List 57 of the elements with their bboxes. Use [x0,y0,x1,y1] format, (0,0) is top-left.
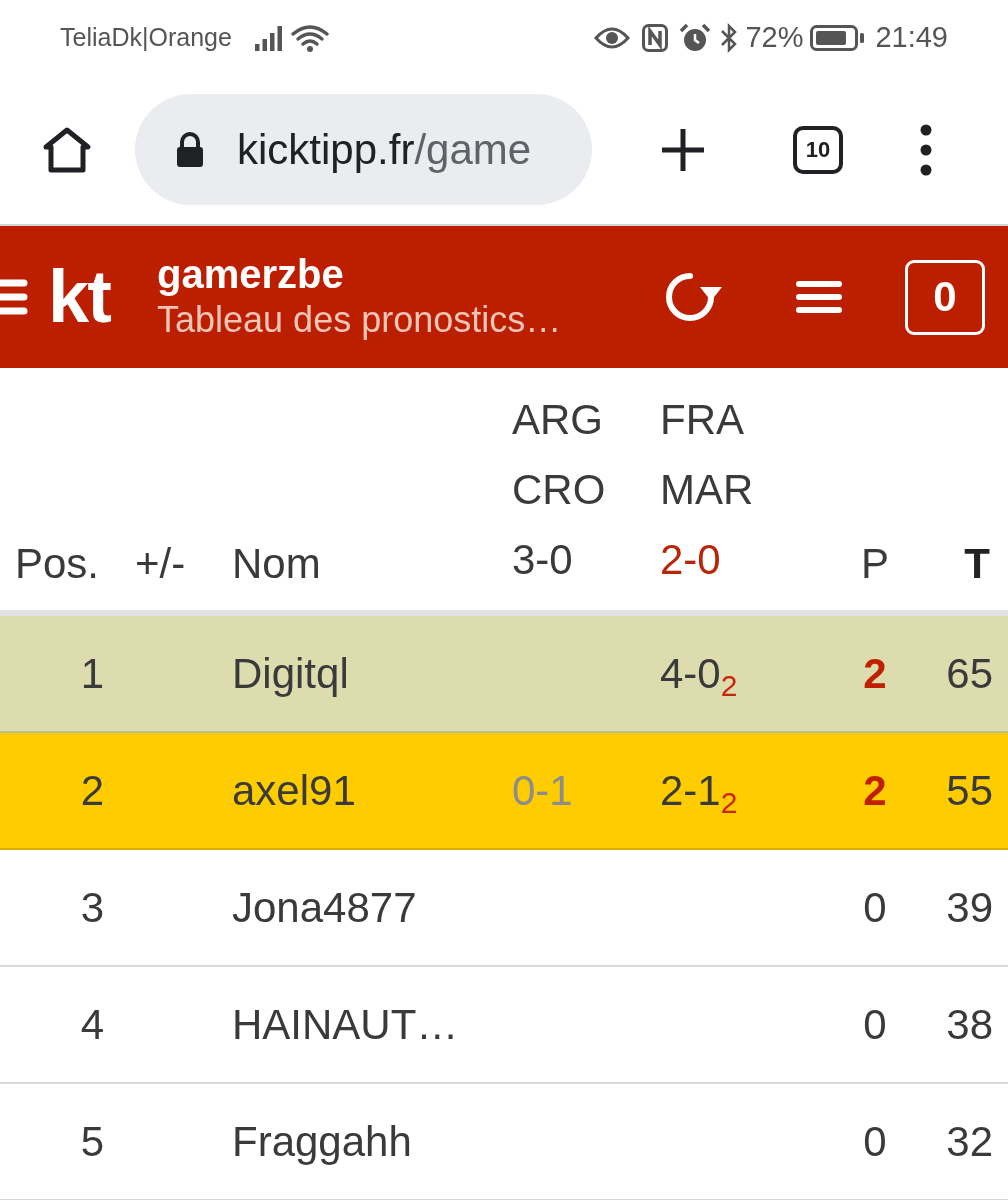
table-cell: 55 [946,767,993,814]
table-cell: 4 [80,1001,104,1048]
table-cell: 38 [946,1001,993,1048]
logo-text[interactable]: kt [48,260,132,334]
overflow-menu-icon[interactable] [920,123,932,176]
team-code: CRO [512,465,606,515]
team-code: FRA [660,395,744,445]
plus-icon[interactable] [660,126,706,173]
table-cell: 39 [946,884,993,931]
table-cell: 1 [80,650,104,697]
menu-icon[interactable] [795,280,843,314]
counter-button[interactable]: 0 [905,259,985,335]
menu-icon[interactable] [0,279,28,315]
column-header: T [964,540,990,587]
wifi-icon [290,23,329,52]
address-bar[interactable]: kicktipp.fr/game [135,94,592,205]
column-header: Pos. [15,540,100,587]
eye-icon [594,25,631,50]
table-cell: 2 [863,650,887,697]
carrier-name: TeliaDk|Orange [60,25,232,50]
column-header: +/- [135,540,186,587]
table-cell: 0 [863,884,887,931]
column-header: P [861,540,889,587]
nfc-icon [642,23,669,52]
tab-switcher-button[interactable]: 10 [793,125,843,174]
table-cell: 2-1$_{2}$ [660,767,738,814]
page-title: gamerzbe [157,251,344,297]
table-cell: 32 [946,1118,993,1165]
match-result: 2-0 [660,535,721,585]
lock-icon [175,131,205,168]
table-cell: 0 [863,1118,887,1165]
clock-time: 21:49 [875,23,948,52]
table-cell: 0-1 [512,767,573,814]
table-cell: 65 [946,650,993,697]
table-cell: Jona4877 [232,884,417,931]
page-subtitle: Tableau des pronostics… [157,298,562,342]
battery-icon [810,24,866,51]
table-cell: 2 [863,767,887,814]
url-domain: kicktipp.fr [237,128,415,171]
battery-percent: 72% [745,23,804,52]
table-cell: axel91 [232,767,356,814]
table-cell: HAINAUT… [232,1001,459,1048]
table-cell: 3 [80,884,104,931]
url-path: /game [414,128,532,171]
home-icon[interactable] [42,125,92,174]
table-cell: Fraggahh [232,1118,412,1165]
team-code: MAR [660,465,754,515]
alarm-icon [679,22,712,53]
table-cell: 5 [80,1118,104,1165]
table-cell: Digitql [232,650,349,697]
column-header: Nom [232,540,321,587]
table-cell: 0 [863,1001,887,1048]
table-cell: 2 [80,767,104,814]
table-cell: 4-0$_{2}$ [660,650,738,697]
match-result: 3-0 [512,535,573,585]
signal-icon [253,24,284,51]
team-code: ARG [512,395,603,445]
